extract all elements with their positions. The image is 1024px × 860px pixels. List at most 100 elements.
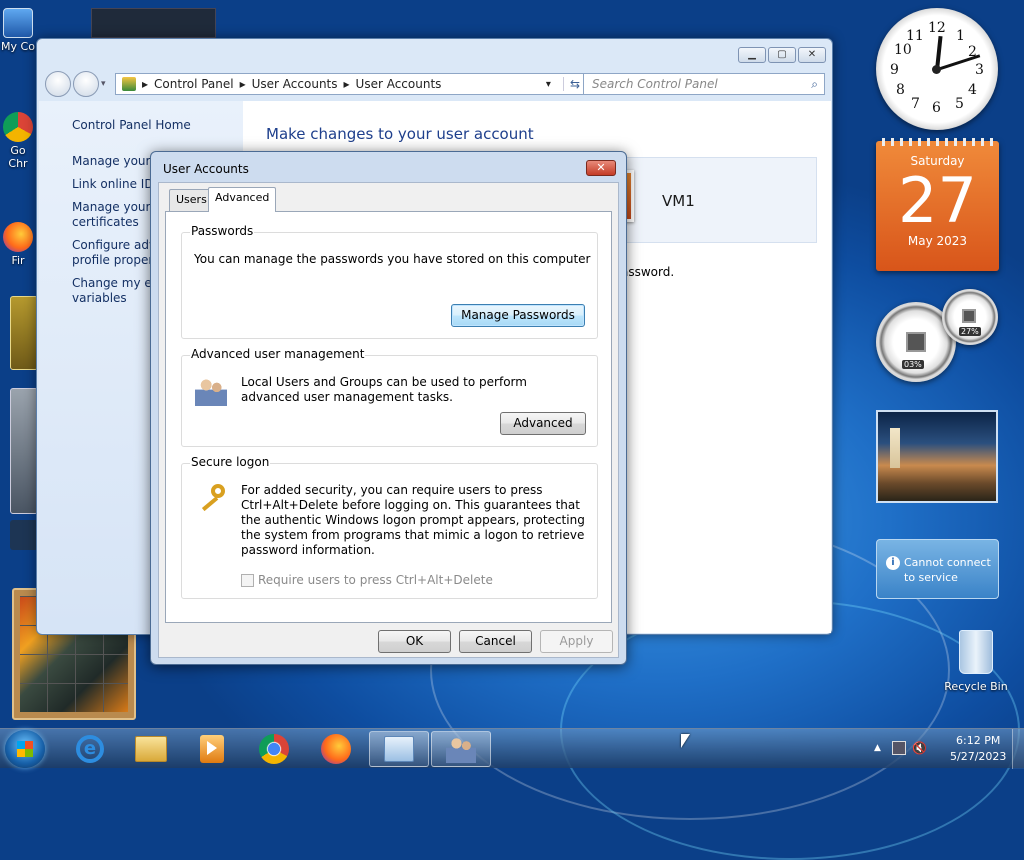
breadcrumb-user-accounts[interactable]: User Accounts [252, 77, 338, 91]
desktop-icon-label: Fir [11, 254, 25, 267]
advanced-user-management-group: Advanced user management Local Users and… [181, 347, 598, 447]
ctrl-alt-del-checkbox-label[interactable]: Require users to press Ctrl+Alt+Delete [258, 573, 493, 588]
clock-number: 1 [956, 28, 965, 44]
cancel-button[interactable]: Cancel [459, 630, 532, 653]
ctrl-alt-del-checkbox[interactable] [241, 574, 254, 587]
start-button[interactable] [5, 730, 45, 768]
users-group-icon [195, 376, 227, 406]
recycle-bin-label: Recycle Bin [944, 680, 1008, 693]
desktop-icon-computer[interactable]: My Co [0, 8, 36, 53]
clock-date[interactable]: 5/27/2023 [950, 750, 1006, 763]
slideshow-gadget[interactable] [876, 410, 998, 503]
secure-logon-group: Secure logon For added security, you can… [181, 455, 598, 599]
sidebar-link-file-encryption-2[interactable]: certificates [72, 215, 139, 230]
passwords-group: Passwords You can manage the passwords y… [181, 224, 598, 339]
manage-passwords-button[interactable]: Manage Passwords [451, 304, 585, 327]
nav-history-dropdown[interactable]: ▾ [101, 79, 106, 89]
clock-time[interactable]: 6:12 PM [956, 734, 1000, 747]
network-icon[interactable] [892, 741, 906, 755]
tab-page-advanced: Passwords You can manage the passwords y… [165, 211, 612, 623]
weather-gadget[interactable]: i Cannot connect to service [876, 539, 999, 599]
desktop-icon-label: Go Chr [8, 144, 28, 170]
user-accounts-dialog: User Accounts ✕ Users Advanced Passwords… [150, 151, 627, 665]
desktop-icon-chrome[interactable]: Go Chr [0, 112, 36, 170]
clock-number: 8 [896, 82, 905, 98]
sidebar-link-profile-2[interactable]: profile properti [72, 253, 161, 268]
clock-number: 12 [928, 20, 946, 36]
taskbar-chrome[interactable] [244, 731, 304, 767]
address-dropdown-icon[interactable]: ▾ [546, 79, 551, 90]
passwords-heading: Passwords [190, 224, 255, 238]
explorer-icon [135, 736, 167, 762]
media-player-icon [200, 735, 224, 763]
show-desktop-button[interactable] [1012, 729, 1024, 769]
breadcrumb-separator: ▸ [142, 77, 149, 91]
memory-meter-value: 27% [959, 327, 981, 336]
page-title: Make changes to your user account [266, 125, 534, 143]
partial-link-text: assword. [621, 265, 675, 279]
windows-logo-icon [17, 741, 33, 757]
mouse-cursor [681, 734, 690, 748]
memory-meter-gadget[interactable]: 27% [942, 289, 998, 345]
account-tile: VM1 [604, 157, 817, 243]
search-placeholder: Search Control Panel [592, 77, 718, 91]
sidebar-link-file-encryption[interactable]: Manage your fi [72, 200, 162, 215]
sidebar-link-manage-credentials[interactable]: Manage your c [72, 154, 161, 169]
search-icon[interactable]: ⌕ [811, 74, 818, 94]
taskbar-control-panel[interactable] [369, 731, 429, 767]
gadget-partial-1 [10, 296, 38, 370]
taskbar-user-accounts[interactable] [431, 731, 491, 767]
key-icon [195, 482, 227, 514]
clock-number: 5 [955, 96, 964, 112]
sidebar-link-home[interactable]: Control Panel Home [72, 118, 191, 133]
taskbar: e ▲ 🔇 6:12 PM 5/27/2023 [0, 728, 1024, 769]
maximize-button[interactable]: ▢ [768, 47, 796, 63]
chrome-icon [3, 112, 33, 142]
window-caption-buttons: ▁ ▢ ✕ [738, 47, 826, 63]
calendar-rings [882, 138, 993, 146]
clock-minute-hand [935, 54, 981, 72]
sidebar-link-online-ids[interactable]: Link online IDs [72, 177, 160, 192]
cpu-meter-icon [906, 332, 926, 352]
recycle-bin-icon [959, 630, 993, 674]
advanced-button[interactable]: Advanced [500, 412, 586, 435]
volume-muted-icon[interactable]: 🔇 [912, 741, 927, 755]
calendar-month-year: May 2023 [907, 234, 968, 248]
taskbar-explorer[interactable] [121, 731, 181, 767]
secure-logon-description: For added security, you can require user… [241, 483, 585, 557]
minimize-button[interactable]: ▁ [738, 47, 766, 63]
close-button[interactable]: ✕ [798, 47, 826, 63]
system-tray: ▲ 🔇 6:12 PM 5/27/2023 [864, 729, 1024, 769]
ok-button[interactable]: OK [378, 630, 451, 653]
account-name: VM1 [662, 192, 695, 210]
breadcrumb-control-panel[interactable]: Control Panel [154, 77, 234, 91]
memory-meter-icon [962, 309, 976, 323]
forward-button[interactable] [73, 71, 99, 97]
search-input[interactable]: Search Control Panel ⌕ [583, 73, 825, 95]
clock-number: 10 [894, 42, 912, 58]
dialog-title: User Accounts [163, 162, 249, 176]
taskbar-firefox[interactable] [306, 731, 366, 767]
apply-button: Apply [540, 630, 613, 653]
address-bar[interactable]: ▸ Control Panel ▸ User Accounts ▸ User A… [115, 73, 587, 95]
ie-icon: e [76, 735, 104, 763]
breadcrumb-user-accounts-current[interactable]: User Accounts [356, 77, 442, 91]
taskbar-media-player[interactable] [182, 731, 242, 767]
taskbar-ie[interactable]: e [60, 731, 120, 767]
desktop-icon-recycle-bin[interactable]: Recycle Bin [940, 630, 1012, 693]
clock-number: 6 [932, 100, 941, 116]
weather-status-text: Cannot connect to service [904, 556, 991, 584]
info-icon: i [886, 556, 900, 570]
tab-advanced[interactable]: Advanced [208, 187, 277, 212]
clock-gadget[interactable]: 12 1 2 3 4 5 6 7 8 9 10 11 [876, 8, 998, 130]
clock-number: 4 [968, 82, 977, 98]
passwords-description: You can manage the passwords you have st… [194, 252, 591, 266]
show-hidden-icons[interactable]: ▲ [874, 743, 881, 753]
calendar-gadget[interactable]: Saturday 27 May 2023 [876, 138, 999, 271]
desktop-icon-firefox[interactable]: Fir [0, 222, 36, 267]
sidebar-link-environment-2[interactable]: variables [72, 291, 127, 306]
desktop-icon-label: My Co [1, 40, 35, 53]
back-button[interactable] [45, 71, 71, 97]
advanced-user-management-description: Local Users and Groups can be used to pe… [241, 375, 527, 404]
dialog-close-button[interactable]: ✕ [586, 160, 616, 176]
